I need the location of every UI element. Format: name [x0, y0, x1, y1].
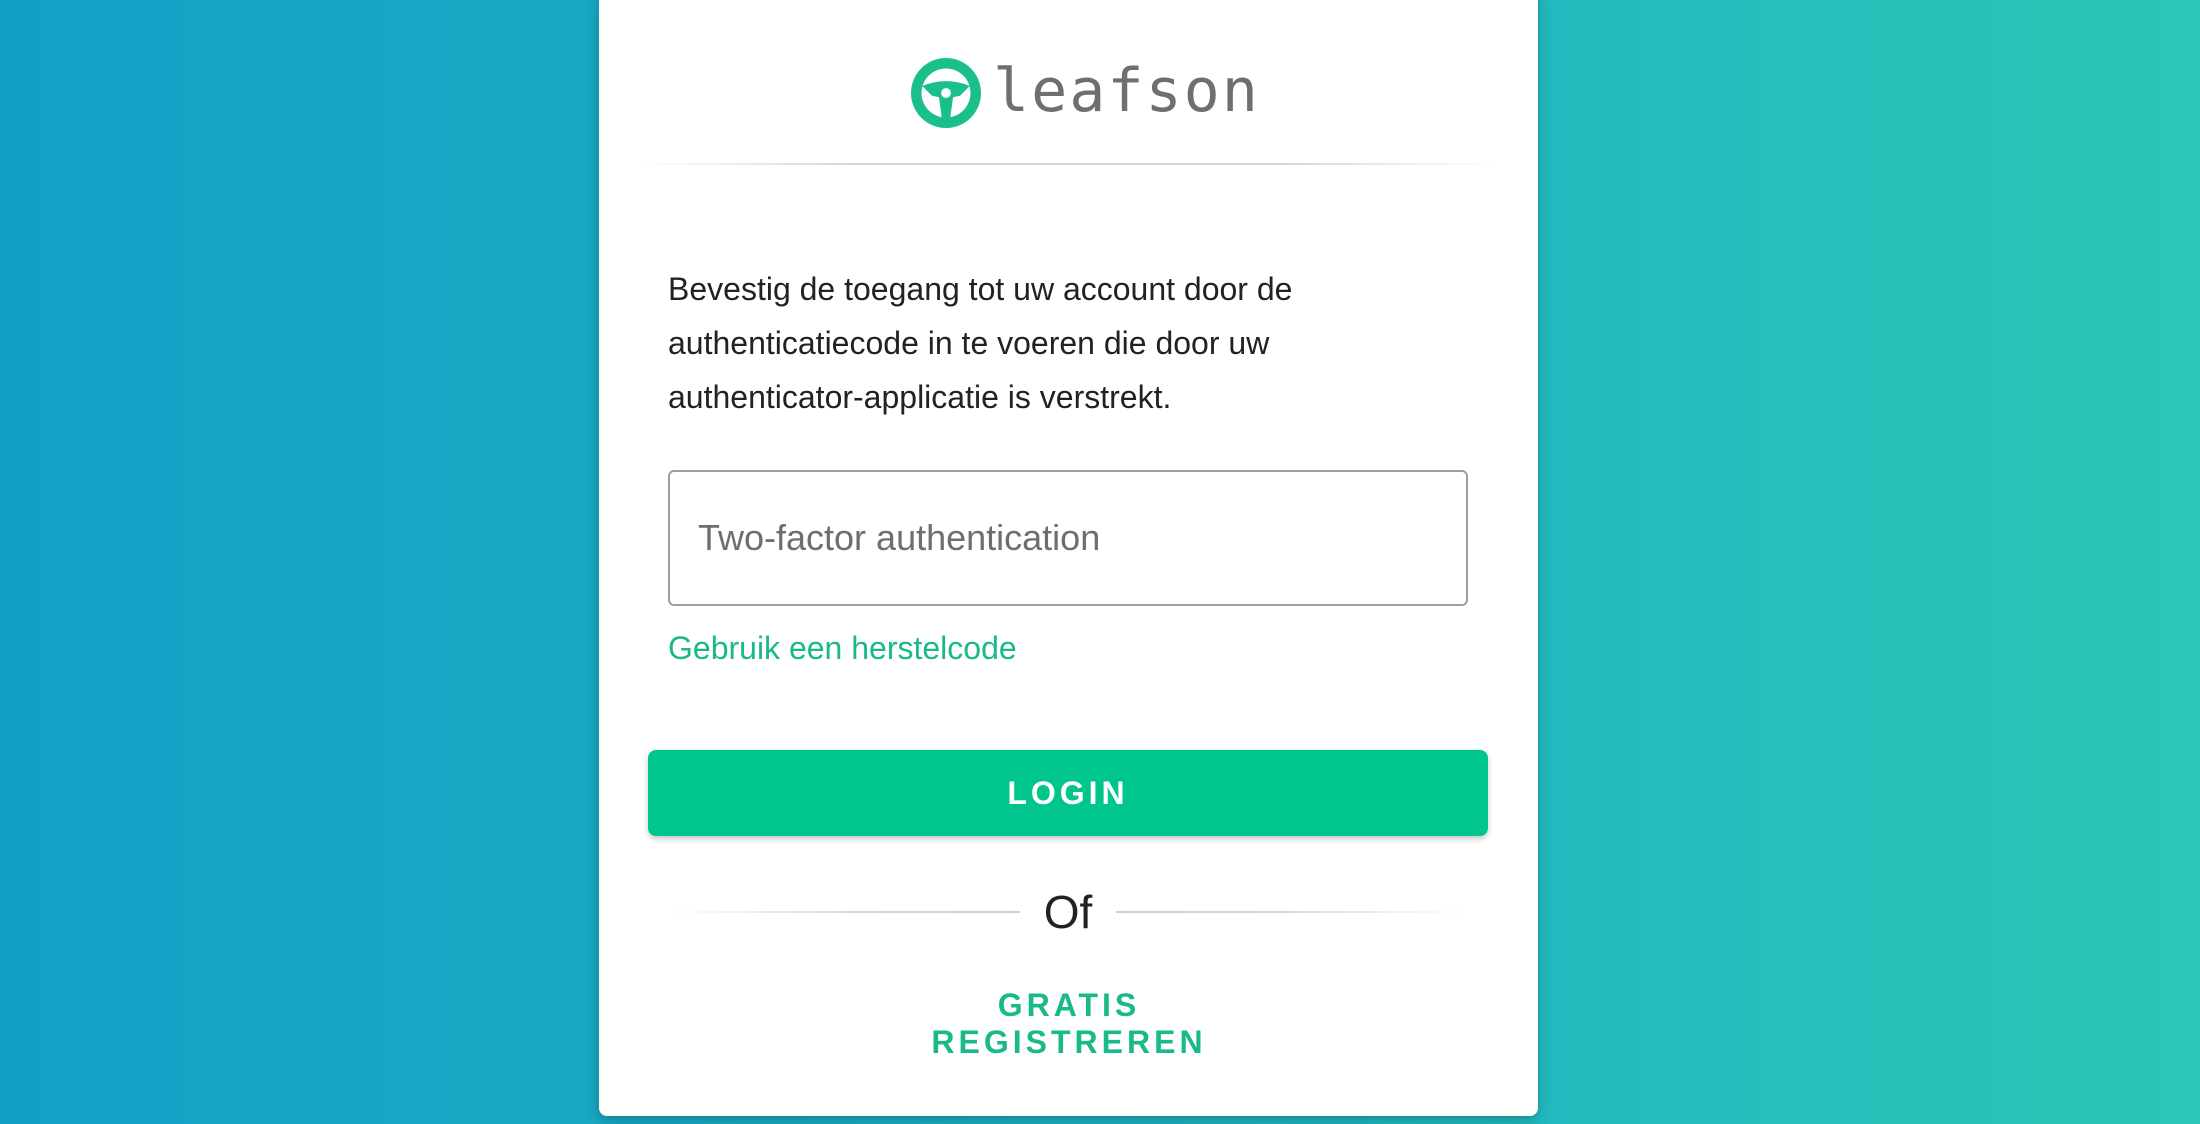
or-separator: Of: [668, 882, 1468, 942]
steering-wheel-icon: [911, 58, 981, 128]
register-free-button[interactable]: GRATIS REGISTREREN: [869, 986, 1269, 1060]
brand-name: leafson: [993, 56, 1260, 126]
header-divider: [639, 163, 1498, 165]
login-card: leafson Bevestig de toegang tot uw accou…: [599, 0, 1538, 1116]
separator-text: Of: [1043, 886, 1093, 938]
two-factor-code-input[interactable]: [668, 470, 1468, 606]
brand-logo: leafson: [911, 56, 1260, 130]
two-factor-instructions: Bevestig de toegang tot uw account door …: [668, 271, 1293, 415]
separator-line-right: [1116, 911, 1468, 913]
separator-line-left: [668, 911, 1020, 913]
use-recovery-code-link[interactable]: Gebruik een herstelcode: [668, 630, 1017, 667]
login-button[interactable]: LOGIN: [648, 750, 1488, 836]
